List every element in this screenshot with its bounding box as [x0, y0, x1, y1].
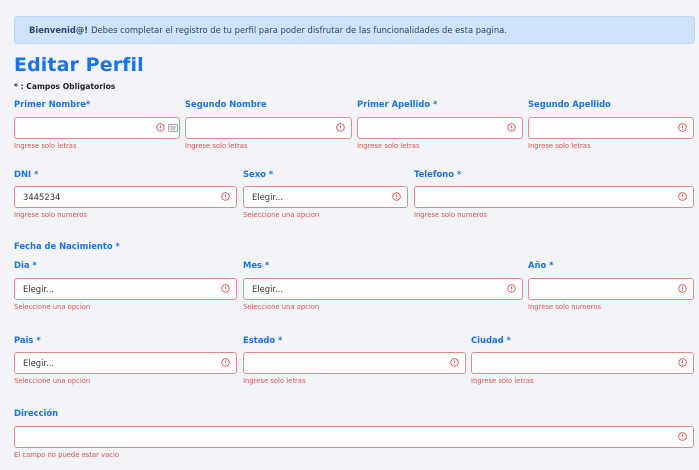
pais-value: Elegir...	[23, 358, 55, 368]
ciudad-label: Ciudad *	[471, 335, 511, 345]
primer-apellido-hint: Ingrese solo letras	[357, 142, 420, 150]
estado-input[interactable]	[243, 352, 466, 374]
dni-value: 3445234	[23, 192, 61, 202]
segundo-nombre-hint: Ingrese solo letras	[185, 142, 248, 150]
exclamation-circle-icon	[392, 192, 401, 201]
segundo-nombre-input[interactable]	[185, 117, 352, 139]
mes-hint: Seleccione una opcion	[243, 303, 320, 311]
anio-label: Año *	[528, 260, 554, 270]
dni-label: DNI *	[14, 169, 39, 179]
mes-select[interactable]: Elegir...	[243, 278, 523, 300]
primer-nombre-input[interactable]	[14, 117, 180, 139]
exclamation-circle-icon	[336, 123, 345, 132]
direccion-label: Dirección	[14, 408, 59, 418]
fecha-nacimiento-label: Fecha de Nacimiento *	[14, 241, 120, 251]
primer-nombre-label: Primer Nombre*	[14, 99, 91, 109]
segundo-apellido-label: Segundo Apellido	[528, 99, 611, 109]
exclamation-circle-icon	[156, 123, 165, 132]
dia-hint: Seleccione una opcion	[14, 303, 91, 311]
exclamation-circle-icon	[221, 358, 230, 367]
exclamation-circle-icon	[450, 358, 459, 367]
pais-select[interactable]: Elegir...	[14, 352, 237, 374]
mes-label: Mes *	[243, 260, 270, 270]
exclamation-circle-icon	[678, 123, 687, 132]
pais-label: Pais *	[14, 335, 41, 345]
telefono-input[interactable]	[414, 186, 694, 208]
exclamation-circle-icon	[221, 284, 230, 293]
estado-label: Estado *	[243, 335, 283, 345]
direccion-hint: El campo no puede estar vacio	[14, 451, 120, 459]
exclamation-circle-icon	[678, 192, 687, 201]
ciudad-input[interactable]	[471, 352, 694, 374]
sexo-hint: Seleccione una opcion	[243, 211, 320, 219]
exclamation-circle-icon	[678, 284, 687, 293]
exclamation-circle-icon	[507, 284, 516, 293]
welcome-alert: Bienvenid@! Debes completar el registro …	[14, 16, 695, 44]
direccion-input[interactable]	[14, 426, 694, 448]
exclamation-circle-icon	[221, 192, 230, 201]
exclamation-circle-icon	[678, 432, 687, 441]
exclamation-circle-icon	[507, 123, 516, 132]
primer-nombre-hint: Ingrese solo letras	[14, 142, 77, 150]
required-note: * : Campos Obligatorios	[14, 82, 116, 91]
segundo-nombre-label: Segundo Nombre	[185, 99, 267, 109]
sexo-label: Sexo *	[243, 169, 274, 179]
dia-value: Elegir...	[23, 284, 55, 294]
sexo-value: Elegir...	[252, 192, 284, 202]
dia-label: Dia *	[14, 260, 37, 270]
dni-input[interactable]: 3445234	[14, 186, 237, 208]
telefono-label: Telefono *	[414, 169, 462, 179]
anio-input[interactable]	[528, 278, 694, 300]
telefono-hint: Ingrese solo numeros	[414, 211, 488, 219]
primer-apellido-label: Primer Apellido *	[357, 99, 438, 109]
exclamation-circle-icon	[678, 358, 687, 367]
segundo-apellido-input[interactable]	[528, 117, 694, 139]
primer-apellido-input[interactable]	[357, 117, 523, 139]
alert-strong: Bienvenid@!	[29, 25, 89, 35]
contact-card-icon[interactable]	[168, 123, 178, 133]
pais-hint: Seleccione una opcion	[14, 377, 91, 385]
alert-text: Debes completar el registro de tu perfil…	[91, 25, 507, 35]
mes-value: Elegir...	[252, 284, 284, 294]
segundo-apellido-hint: Ingrese solo letras	[528, 142, 591, 150]
anio-hint: Ingrese solo numeros	[528, 303, 602, 311]
dni-hint: Ingrese solo numeros	[14, 211, 88, 219]
estado-hint: Ingrese solo letras	[243, 377, 306, 385]
dia-select[interactable]: Elegir...	[14, 278, 237, 300]
ciudad-hint: Ingrese solo letras	[471, 377, 534, 385]
sexo-select[interactable]: Elegir...	[243, 186, 408, 208]
page-title: Editar Perfil	[14, 54, 144, 76]
